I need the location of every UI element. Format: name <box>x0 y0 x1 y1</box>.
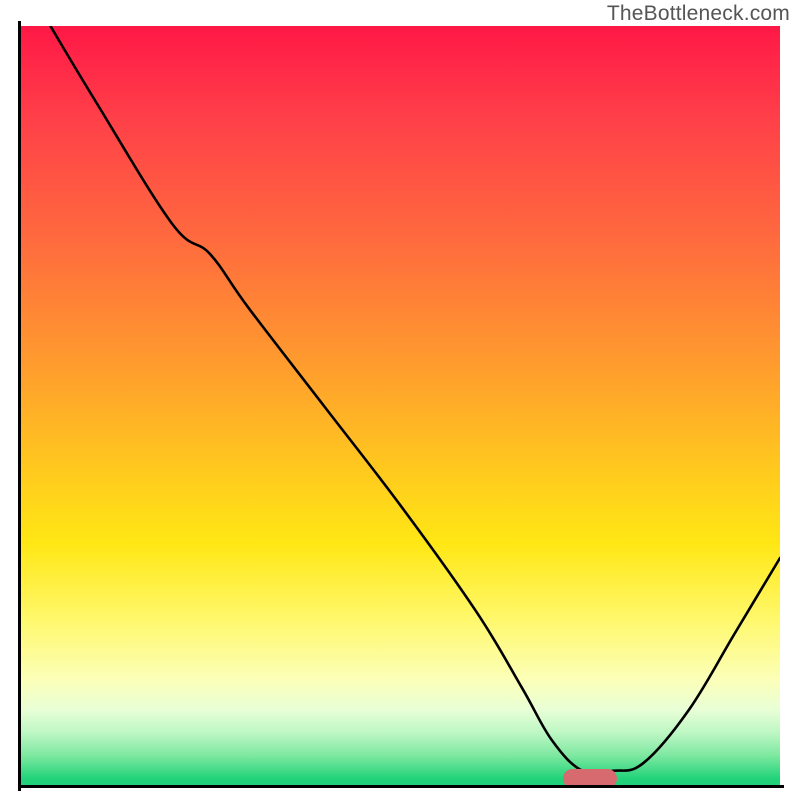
optimal-marker <box>563 769 616 787</box>
chart-root: TheBottleneck.com <box>0 0 800 800</box>
watermark-text: TheBottleneck.com <box>607 2 790 26</box>
bottleneck-curve-path <box>50 26 780 774</box>
curve-svg <box>20 26 780 786</box>
plot-area <box>20 26 780 786</box>
